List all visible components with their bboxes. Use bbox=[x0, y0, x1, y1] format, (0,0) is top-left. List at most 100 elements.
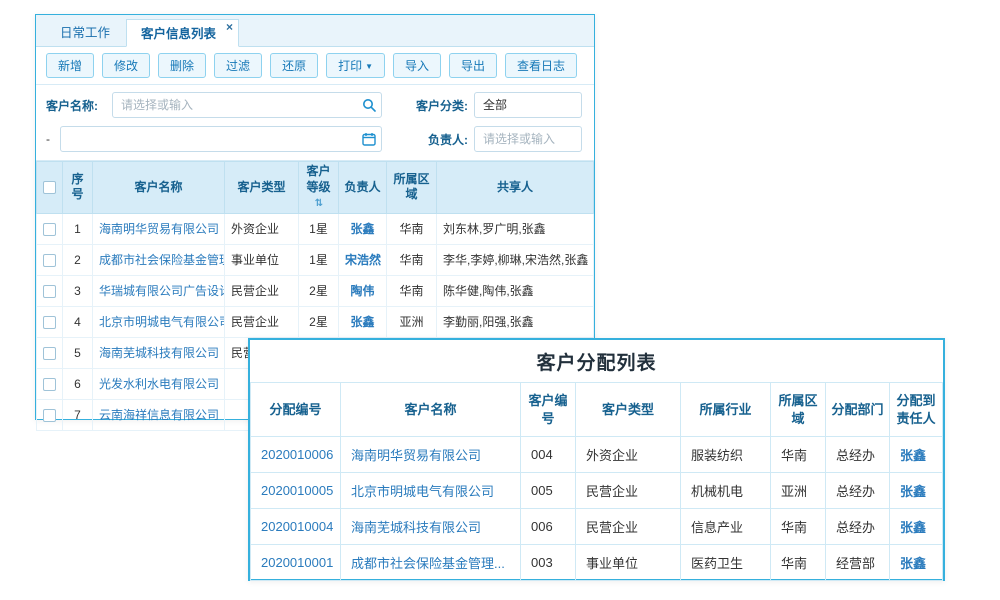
customer-name-link[interactable]: 华瑞城有限公司广告设计部 bbox=[99, 284, 225, 298]
row-level: 1星 bbox=[299, 244, 339, 275]
row-region: 华南 bbox=[771, 545, 826, 581]
date-input[interactable] bbox=[60, 126, 382, 152]
row-checkbox[interactable] bbox=[43, 316, 56, 329]
customer-name-link[interactable]: 海南明华贸易有限公司 bbox=[99, 222, 219, 236]
select-all-checkbox[interactable] bbox=[43, 181, 56, 194]
row-type: 外资企业 bbox=[576, 437, 681, 473]
row-type: 民营企业 bbox=[225, 306, 299, 337]
customer-name-link[interactable]: 海南明华贸易有限公司 bbox=[351, 448, 481, 463]
tab-daily-work[interactable]: 日常工作 bbox=[46, 20, 124, 46]
customer-name-link[interactable]: 北京市明城电气有限公司 bbox=[99, 315, 225, 329]
export-button[interactable]: 导出 bbox=[449, 53, 497, 78]
row-industry: 机械机电 bbox=[681, 473, 771, 509]
assignee-link[interactable]: 张鑫 bbox=[900, 520, 926, 535]
customer-category-select[interactable]: 全部 bbox=[474, 92, 582, 118]
table-row[interactable]: 1 海南明华贸易有限公司 外资企业 1星 张鑫 华南 刘东林,罗广明,张鑫 bbox=[37, 213, 594, 244]
row-shared: 刘东林,罗广明,张鑫 bbox=[437, 213, 594, 244]
row-shared: 李勤丽,阳强,张鑫 bbox=[437, 306, 594, 337]
row-type: 民营企业 bbox=[576, 473, 681, 509]
col-level-label: 客户等级 bbox=[306, 164, 330, 194]
add-button[interactable]: 新增 bbox=[46, 53, 94, 78]
row-dept: 总经办 bbox=[826, 509, 890, 545]
search-icon[interactable] bbox=[362, 98, 376, 112]
assignee-link[interactable]: 张鑫 bbox=[900, 484, 926, 499]
col-alloc-no: 分配编号 bbox=[251, 383, 341, 437]
tab-label: 客户信息列表 bbox=[141, 27, 216, 41]
edit-button[interactable]: 修改 bbox=[102, 53, 150, 78]
customer-name-input[interactable] bbox=[112, 92, 382, 118]
row-type: 民营企业 bbox=[576, 509, 681, 545]
owner-label: 负责人: bbox=[398, 131, 468, 148]
import-button[interactable]: 导入 bbox=[393, 53, 441, 78]
owner-link[interactable]: 陶伟 bbox=[350, 284, 374, 298]
row-level: 1星 bbox=[299, 213, 339, 244]
close-icon[interactable]: × bbox=[226, 20, 233, 34]
row-shared: 陈华健,陶伟,张鑫 bbox=[437, 275, 594, 306]
calendar-icon[interactable] bbox=[362, 132, 376, 146]
table-row[interactable]: 2020010001 成都市社会保险基金管理... 003 事业单位 医药卫生 … bbox=[251, 545, 943, 581]
caret-down-icon: ▼ bbox=[365, 62, 373, 71]
tab-customer-info-list[interactable]: 客户信息列表 × bbox=[126, 19, 239, 47]
owner-input[interactable] bbox=[474, 126, 582, 152]
table-row[interactable]: 3 华瑞城有限公司广告设计部 民营企业 2星 陶伟 华南 陈华健,陶伟,张鑫 bbox=[37, 275, 594, 306]
alloc-no-link[interactable]: 2020010005 bbox=[261, 483, 333, 498]
alloc-no-link[interactable]: 2020010006 bbox=[261, 447, 333, 462]
sort-icon[interactable]: ⇅ bbox=[315, 198, 323, 209]
row-seq: 1 bbox=[63, 213, 93, 244]
row-cust-no: 006 bbox=[521, 509, 576, 545]
table-row[interactable]: 2020010005 北京市明城电气有限公司 005 民营企业 机械机电 亚洲 … bbox=[251, 473, 943, 509]
owner-link[interactable]: 宋浩然 bbox=[345, 253, 381, 267]
tab-bar: 日常工作 客户信息列表 × bbox=[36, 15, 594, 47]
col-type: 客户类型 bbox=[225, 162, 299, 214]
row-seq: 7 bbox=[63, 399, 93, 430]
row-checkbox[interactable] bbox=[43, 254, 56, 267]
delete-button[interactable]: 删除 bbox=[158, 53, 206, 78]
row-dept: 经营部 bbox=[826, 545, 890, 581]
tab-label: 日常工作 bbox=[60, 26, 110, 40]
row-checkbox[interactable] bbox=[43, 285, 56, 298]
assignee-link[interactable]: 张鑫 bbox=[900, 556, 926, 571]
assignee-link[interactable]: 张鑫 bbox=[900, 448, 926, 463]
restore-button[interactable]: 还原 bbox=[270, 53, 318, 78]
row-region: 亚洲 bbox=[387, 306, 437, 337]
allocation-panel: 客户分配列表 分配编号 客户名称 客户编号 客户类型 所属行业 所属区域 分配部… bbox=[248, 338, 945, 581]
customer-name-link[interactable]: 海南芜城科技有限公司 bbox=[99, 346, 219, 360]
col-name: 客户名称 bbox=[341, 383, 521, 437]
filter-button[interactable]: 过滤 bbox=[214, 53, 262, 78]
table-row[interactable]: 4 北京市明城电气有限公司 民营企业 2星 张鑫 亚洲 李勤丽,阳强,张鑫 bbox=[37, 306, 594, 337]
col-industry: 所属行业 bbox=[681, 383, 771, 437]
col-region: 所属区域 bbox=[387, 162, 437, 214]
table-row[interactable]: 2020010004 海南芜城科技有限公司 006 民营企业 信息产业 华南 总… bbox=[251, 509, 943, 545]
customer-name-link[interactable]: 云南海祥信息有限公司 bbox=[99, 408, 219, 422]
table-row[interactable]: 2020010006 海南明华贸易有限公司 004 外资企业 服装纺织 华南 总… bbox=[251, 437, 943, 473]
owner-link[interactable]: 张鑫 bbox=[350, 315, 374, 329]
col-level[interactable]: 客户等级 ⇅ bbox=[299, 162, 339, 214]
customer-name-link[interactable]: 海南芜城科技有限公司 bbox=[351, 520, 481, 535]
row-industry: 信息产业 bbox=[681, 509, 771, 545]
view-log-button[interactable]: 查看日志 bbox=[505, 53, 577, 78]
alloc-no-link[interactable]: 2020010004 bbox=[261, 519, 333, 534]
print-label: 打印 bbox=[338, 59, 362, 73]
row-seq: 2 bbox=[63, 244, 93, 275]
col-cust-no: 客户编号 bbox=[521, 383, 576, 437]
row-checkbox[interactable] bbox=[43, 378, 56, 391]
screen: 日常工作 客户信息列表 × 新增 修改 删除 过滤 还原 打印▼ 导入 导出 查… bbox=[0, 0, 1000, 600]
row-type: 民营企业 bbox=[225, 275, 299, 306]
row-checkbox[interactable] bbox=[43, 223, 56, 236]
row-checkbox[interactable] bbox=[43, 347, 56, 360]
customer-name-label: 客户名称: bbox=[46, 97, 112, 114]
row-level: 2星 bbox=[299, 275, 339, 306]
owner-link[interactable]: 张鑫 bbox=[350, 222, 374, 236]
toolbar: 新增 修改 删除 过滤 还原 打印▼ 导入 导出 查看日志 bbox=[36, 47, 594, 85]
customer-name-link[interactable]: 成都市社会保险基金管理... bbox=[351, 556, 505, 571]
col-region: 所属区域 bbox=[771, 383, 826, 437]
row-region: 华南 bbox=[387, 275, 437, 306]
row-checkbox[interactable] bbox=[43, 409, 56, 422]
alloc-no-link[interactable]: 2020010001 bbox=[261, 555, 333, 570]
row-dept: 总经办 bbox=[826, 437, 890, 473]
print-button[interactable]: 打印▼ bbox=[326, 53, 385, 78]
customer-name-link[interactable]: 光发水利水电有限公司 bbox=[99, 377, 219, 391]
table-row[interactable]: 2 成都市社会保险基金管理... 事业单位 1星 宋浩然 华南 李华,李婷,柳琳… bbox=[37, 244, 594, 275]
customer-name-link[interactable]: 成都市社会保险基金管理... bbox=[99, 253, 225, 267]
customer-name-link[interactable]: 北京市明城电气有限公司 bbox=[351, 484, 494, 499]
